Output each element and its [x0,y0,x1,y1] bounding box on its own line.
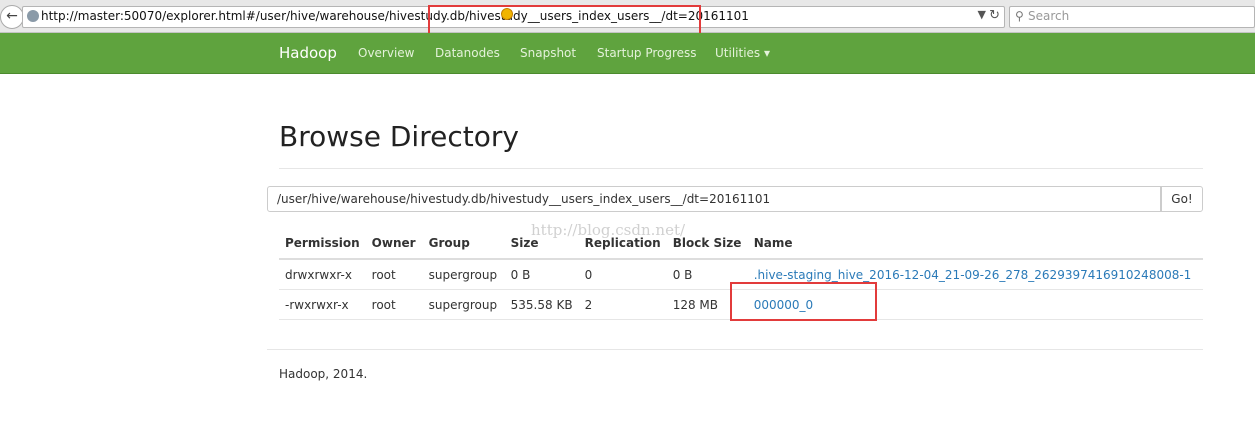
header-size[interactable]: Size [504,228,579,260]
divider [279,168,1203,169]
page-title: Browse Directory [279,120,519,153]
globe-icon [27,10,39,22]
footer-divider [267,349,1203,350]
cell-permission: drwxrwxr-x [279,259,366,290]
navbar-brand[interactable]: Hadoop [279,44,337,62]
directory-path-input[interactable] [267,186,1161,212]
header-owner[interactable]: Owner [365,228,423,260]
file-link[interactable]: .hive-staging_hive_2016-12-04_21-09-26_2… [754,268,1192,282]
file-highlight-box [730,282,877,321]
back-arrow-icon[interactable]: ← [0,5,24,29]
search-field[interactable]: ⚲ Search [1009,6,1255,28]
nav-datanodes[interactable]: Datanodes [435,46,500,60]
nav-overview[interactable]: Overview [358,46,415,60]
header-replication[interactable]: Replication [578,228,667,260]
cell-owner: root [365,289,423,320]
nav-snapshot[interactable]: Snapshot [520,46,576,60]
search-placeholder: Search [1028,9,1070,23]
cursor-icon [501,8,513,20]
header-permission[interactable]: Permission [279,228,366,260]
cell-group: supergroup [422,289,505,320]
cell-owner: root [365,259,423,290]
reload-icon[interactable]: ↻ [989,8,1000,23]
table-header-row: Permission Owner Group Size Replication … [279,228,1203,260]
header-group[interactable]: Group [422,228,505,260]
navbar: Hadoop Overview Datanodes Snapshot Start… [0,33,1255,74]
nav-startup-progress[interactable]: Startup Progress [597,46,697,60]
dropdown-arrow-icon[interactable]: ▼ [978,8,986,21]
cell-size: 535.58 KB [504,289,579,320]
go-button[interactable]: Go! [1161,186,1203,212]
search-icon: ⚲ [1015,9,1024,23]
header-name[interactable]: Name [747,228,1203,260]
cell-replication: 0 [578,259,667,290]
header-block-size[interactable]: Block Size [666,228,748,260]
cell-size: 0 B [504,259,579,290]
cell-group: supergroup [422,259,505,290]
footer: Hadoop, 2014. [279,367,368,381]
nav-utilities[interactable]: Utilities ▾ [715,46,770,60]
cell-replication: 2 [578,289,667,320]
cell-permission: -rwxrwxr-x [279,289,366,320]
